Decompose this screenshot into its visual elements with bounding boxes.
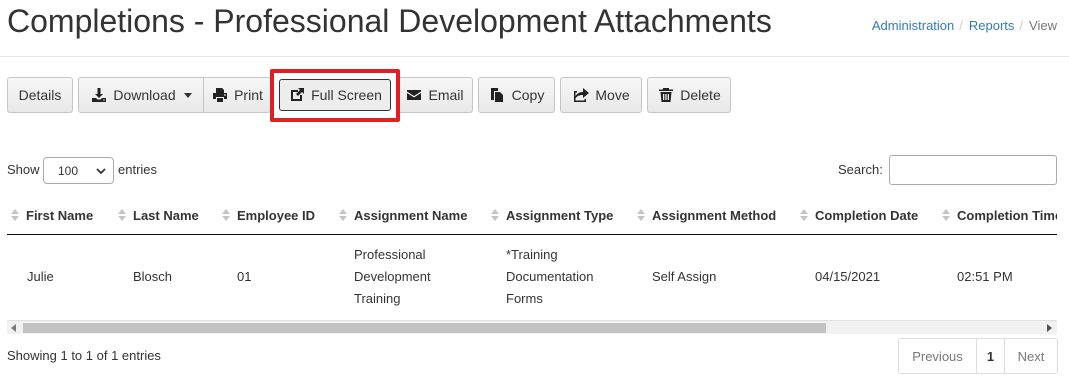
cell-completion-time: 02:51 PM [957, 269, 1013, 284]
column-header-last-name[interactable]: Last Name [118, 196, 199, 234]
copy-button[interactable]: Copy [478, 77, 555, 113]
print-label: Print [234, 87, 263, 103]
cell-assignment-method: Self Assign [652, 269, 717, 284]
delete-button[interactable]: Delete [647, 77, 731, 113]
breadcrumb-separator: / [1019, 18, 1024, 33]
previous-page-button[interactable]: Previous [899, 339, 977, 373]
share-icon [572, 87, 589, 103]
cell-first-name: Julie [27, 269, 54, 284]
page-title: Completions - Professional Development A… [7, 3, 772, 39]
header-divider [0, 56, 1069, 57]
sort-icon [11, 209, 19, 221]
column-header-assignment-type[interactable]: Assignment Type [491, 196, 613, 234]
scrollbar-thumb[interactable] [23, 323, 826, 333]
cell-assignment-name: Professional Development Training [354, 247, 431, 306]
envelope-icon [405, 87, 422, 103]
print-button[interactable]: Print [203, 77, 271, 113]
column-header-completion-date[interactable]: Completion Date [800, 196, 918, 234]
search-input[interactable] [889, 155, 1057, 185]
download-icon [90, 87, 107, 103]
sort-icon [491, 209, 499, 221]
column-header-assignment-method[interactable]: Assignment Method [637, 196, 776, 234]
email-label: Email [428, 87, 464, 103]
chevron-down-icon [96, 168, 106, 175]
show-label: Show [7, 162, 40, 177]
column-header-employee-id[interactable]: Employee ID [222, 196, 315, 234]
cell-assignment-type: *Training Documentation Forms [506, 247, 594, 306]
sort-icon [942, 209, 950, 221]
move-button[interactable]: Move [560, 77, 642, 113]
breadcrumb-separator: / [959, 18, 963, 33]
next-page-button[interactable]: Next [1005, 339, 1057, 373]
sort-icon [222, 209, 230, 221]
sort-icon [637, 209, 645, 221]
page-length-select[interactable]: 100 [43, 157, 114, 184]
download-button[interactable]: Download [78, 77, 204, 113]
table-info: Showing 1 to 1 of 1 entries [7, 348, 161, 363]
current-page-button[interactable]: 1 [977, 339, 1005, 373]
pagination: Previous 1 Next [898, 338, 1058, 374]
breadcrumb-view: View [1029, 18, 1057, 33]
data-table: First Name Last Name Employee ID Assignm… [7, 196, 1057, 320]
scroll-right-icon[interactable] [1047, 324, 1052, 332]
cell-employee-id: 01 [237, 269, 252, 284]
copy-icon [489, 87, 506, 103]
horizontal-scrollbar[interactable] [7, 320, 1057, 334]
search-label: Search: [838, 162, 883, 177]
page-length-value: 100 [58, 163, 79, 178]
scroll-left-icon[interactable] [11, 324, 16, 332]
details-button[interactable]: Details [7, 77, 73, 113]
sort-icon [339, 209, 347, 221]
sort-icon [118, 209, 126, 221]
delete-label: Delete [680, 87, 721, 103]
email-button[interactable]: Email [396, 77, 473, 113]
cell-last-name: Blosch [133, 269, 173, 284]
trash-icon [657, 87, 674, 103]
column-header-assignment-name[interactable]: Assignment Name [339, 196, 467, 234]
breadcrumb: Administration / Reports / View [872, 18, 1057, 33]
cell-completion-date: 04/15/2021 [815, 269, 881, 284]
download-label: Download [113, 87, 176, 103]
breadcrumb-reports[interactable]: Reports [969, 18, 1015, 33]
move-label: Move [595, 87, 630, 103]
entries-label: entries [118, 162, 158, 177]
column-header-first-name[interactable]: First Name [11, 196, 93, 234]
copy-label: Copy [511, 87, 545, 103]
table-header-divider [7, 234, 1057, 235]
sort-icon [800, 209, 808, 221]
column-header-completion-time[interactable]: Completion Time [942, 196, 1057, 234]
print-icon [211, 87, 228, 103]
breadcrumb-administration[interactable]: Administration [872, 18, 954, 33]
full-screen-highlight [270, 69, 400, 122]
details-label: Details [18, 87, 62, 103]
caret-down-icon [183, 92, 192, 98]
